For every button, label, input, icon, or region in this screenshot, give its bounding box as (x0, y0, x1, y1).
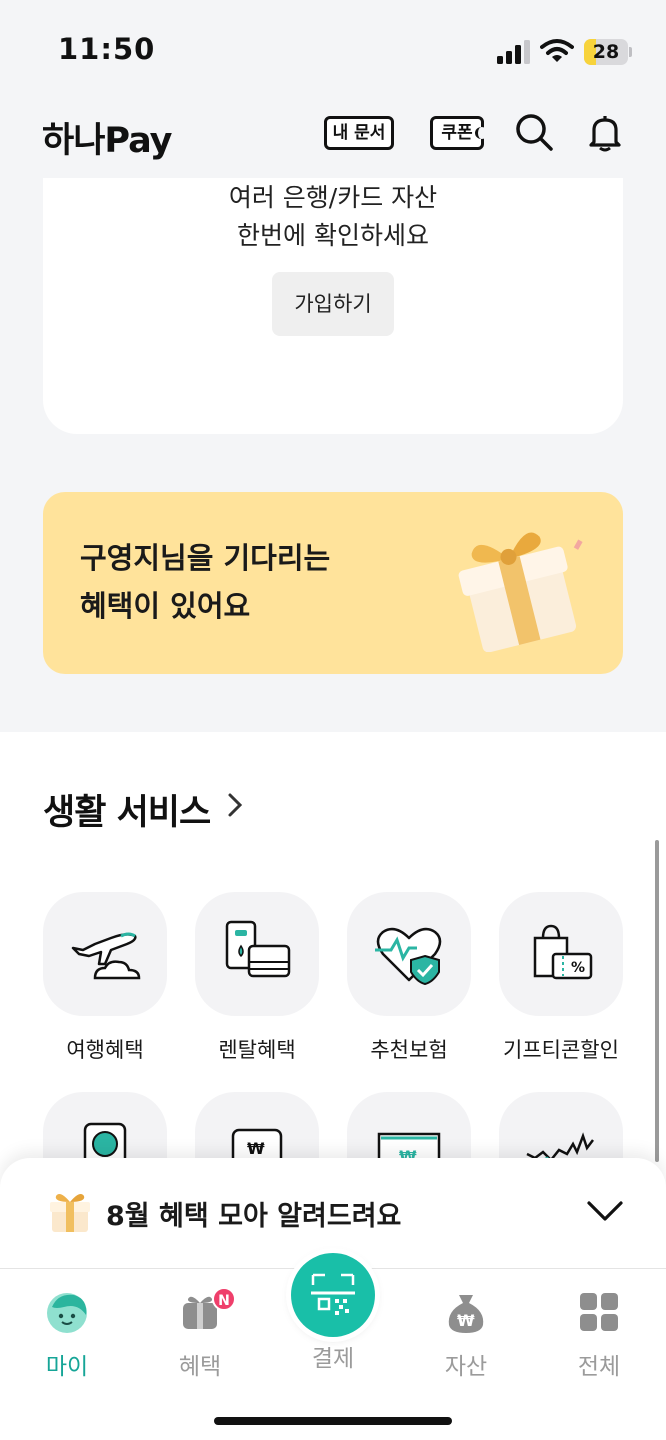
nav-asset[interactable]: ₩ 자산 (416, 1289, 516, 1381)
benefit-line1: 구영지님을 기다리는 (80, 541, 331, 575)
bell-icon[interactable] (585, 112, 625, 152)
gift-box-icon (50, 1194, 90, 1232)
battery-icon: 28 (584, 39, 632, 65)
life-services-title[interactable]: 생활 서비스 (43, 784, 211, 835)
wifi-icon (540, 39, 574, 62)
nav-my[interactable]: 마이 (17, 1289, 117, 1381)
battery-percent: 28 (592, 41, 620, 63)
service-label-rental: 렌탈혜택 (218, 1038, 296, 1062)
svg-text:%: % (571, 960, 585, 976)
nav-label-my: 마이 (45, 1354, 89, 1380)
my-documents-button[interactable]: 내 문서 (324, 116, 394, 150)
gift-box-icon (458, 532, 583, 652)
nav-all[interactable]: 전체 (549, 1289, 649, 1381)
status-bar: 11:50 28 (0, 0, 666, 100)
nav-label-asset: 자산 (444, 1354, 488, 1380)
service-label-travel: 여행혜택 (66, 1038, 144, 1062)
notice-text: 8월 혜택 모아 알려드려요 (106, 1201, 402, 1232)
svg-text:₩: ₩ (457, 1311, 475, 1330)
gift-discount-icon: % (533, 924, 593, 980)
profile-character-icon (47, 1293, 87, 1333)
search-icon[interactable] (514, 112, 554, 152)
money-bag-icon: ₩ (448, 1295, 484, 1333)
nav-label-pay[interactable]: 결제 (283, 1339, 383, 1373)
chevron-down-icon[interactable] (586, 1198, 624, 1224)
benefit-banner[interactable]: 구영지님을 기다리는 혜택이 있어요 (43, 492, 623, 674)
service-insurance[interactable] (347, 892, 471, 1016)
status-time: 11:50 (58, 32, 156, 66)
scrollbar[interactable] (655, 840, 659, 1162)
cellular-signal-icon (497, 40, 530, 64)
service-gifticon[interactable]: % (499, 892, 623, 1016)
bottom-navigation: 마이 혜택 N 결제 ₩ 자산 전체 (0, 1253, 666, 1440)
signup-text-line2: 한번에 확인하세요 (237, 221, 429, 250)
benefit-banner-text: 구영지님을 기다리는 혜택이 있어요 (80, 534, 330, 630)
home-indicator[interactable] (214, 1417, 452, 1425)
app-logo: 하나Pay (42, 121, 172, 161)
service-rental[interactable] (195, 892, 319, 1016)
app-header: 하나Pay 내 문서 쿠폰 (0, 100, 666, 178)
heart-shield-icon (375, 927, 442, 986)
coupon-button[interactable]: 쿠폰 (430, 116, 488, 150)
airplane-icon (71, 932, 141, 980)
asset-signup-card: 여러 은행/카드 자산 한번에 확인하세요 가입하기 (43, 178, 623, 434)
signup-button[interactable]: 가입하기 (272, 272, 394, 336)
grid-menu-icon (580, 1293, 618, 1331)
service-label-gifticon: 기프티콘할인 (503, 1038, 619, 1062)
rental-appliance-icon (225, 920, 291, 978)
chevron-right-icon[interactable] (224, 792, 246, 818)
service-label-insurance: 추천보험 (370, 1038, 448, 1062)
qr-barcode-icon (311, 1273, 355, 1315)
pay-button[interactable] (291, 1253, 375, 1337)
new-badge: N (212, 1287, 236, 1311)
service-travel[interactable] (43, 892, 167, 1016)
signup-text-line1: 여러 은행/카드 자산 (228, 183, 438, 212)
nav-label-all: 전체 (577, 1354, 621, 1380)
benefit-line2: 혜택이 있어요 (80, 589, 251, 623)
nav-label-benefit: 혜택 (178, 1354, 222, 1380)
svg-text:₩: ₩ (247, 1139, 265, 1158)
